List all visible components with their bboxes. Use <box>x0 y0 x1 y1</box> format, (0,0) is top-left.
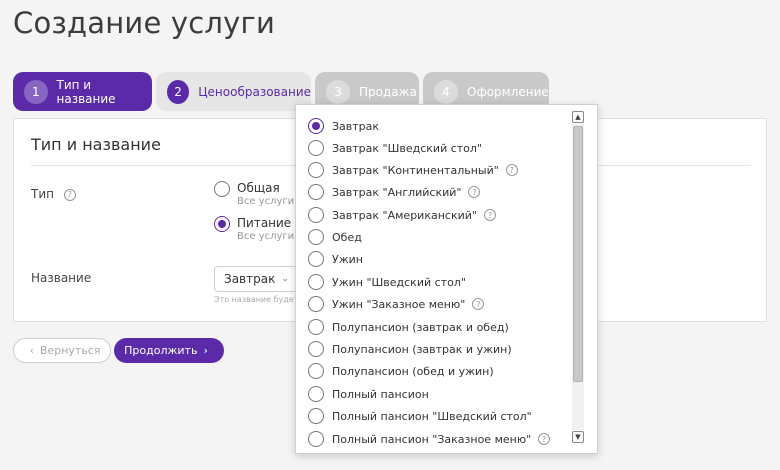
meal-type-dropdown[interactable]: Завтрак Завтрак "Шведский стол" Завтрак … <box>295 104 598 454</box>
option-label: Полупансион (завтрак и обед) <box>332 320 509 334</box>
step-number: 2 <box>167 79 190 104</box>
name-select-value: Завтрак <box>224 272 276 286</box>
radio-button-checked[interactable] <box>214 216 230 232</box>
chevron-right-icon: › <box>203 344 208 357</box>
option-label: Завтрак "Континентальный" <box>332 163 499 177</box>
dropdown-option[interactable]: Полный пансион <box>308 383 429 405</box>
step-label: Оформление <box>467 84 549 99</box>
dropdown-option[interactable]: Ужин <box>308 248 363 270</box>
step-pricing[interactable]: 2 Ценообразование <box>156 72 311 111</box>
dropdown-option[interactable]: Завтрак <box>308 115 379 137</box>
scroll-down-arrow-icon[interactable]: ▼ <box>572 431 584 443</box>
radio-button[interactable] <box>308 184 324 200</box>
dropdown-option[interactable]: Полный пансион "Шведский стол" <box>308 405 532 427</box>
step-label: Ценообразование <box>198 84 311 99</box>
help-icon[interactable]: ? <box>63 188 76 201</box>
option-label: Ужин "Заказное меню" <box>332 297 466 311</box>
option-label: Завтрак <box>332 119 380 133</box>
dropdown-option[interactable]: Полупансион (обед и ужин) <box>308 360 494 382</box>
radio-button[interactable] <box>308 207 324 223</box>
dropdown-option[interactable]: Ужин "Шведский стол" <box>308 271 466 293</box>
radio-button[interactable] <box>308 229 324 245</box>
radio-button[interactable] <box>308 140 324 156</box>
dropdown-scrollbar[interactable]: ▲ ▼ <box>572 111 584 444</box>
chevron-left-icon: ‹ <box>29 344 34 357</box>
type-option-general[interactable]: Общая Все услуги, к <box>214 181 307 207</box>
name-label: Название <box>31 271 92 285</box>
radio-button-checked[interactable] <box>308 118 324 134</box>
back-button[interactable]: ‹ Вернуться <box>13 338 111 363</box>
continue-button-label: Продолжить <box>124 344 198 357</box>
step-number: 1 <box>24 79 48 104</box>
radio-button[interactable] <box>308 431 324 447</box>
radio-button[interactable] <box>308 408 324 424</box>
dropdown-option[interactable]: Полупансион (завтрак и обед) <box>308 316 509 338</box>
dropdown-option[interactable]: Завтрак "Континентальный" ? <box>308 159 518 181</box>
radio-button[interactable] <box>308 296 324 312</box>
option-label: Обед <box>332 230 362 244</box>
radio-button[interactable] <box>308 319 324 335</box>
name-hint: Это название будет п <box>214 295 307 304</box>
radio-button[interactable] <box>308 386 324 402</box>
step-type-and-name[interactable]: 1 Тип и название <box>13 72 152 111</box>
help-icon[interactable]: ? <box>483 209 496 221</box>
radio-button[interactable] <box>308 162 324 178</box>
help-icon[interactable]: ? <box>472 298 485 310</box>
help-icon[interactable]: ? <box>468 186 481 198</box>
radio-button[interactable] <box>308 274 324 290</box>
option-label: Ужин <box>332 252 363 266</box>
option-label: Питание <box>237 216 292 230</box>
dropdown-option[interactable]: Завтрак "Английский" ? <box>308 181 481 203</box>
page-title: Создание услуги <box>13 6 275 40</box>
dropdown-option[interactable]: Полный пансион "Заказное меню" ? <box>308 428 551 450</box>
scroll-thumb[interactable] <box>573 126 583 382</box>
help-icon[interactable]: ? <box>538 433 551 445</box>
radio-button[interactable] <box>214 181 230 197</box>
name-select[interactable]: Завтрак ⌄ <box>214 266 299 292</box>
step-number: 4 <box>434 79 458 104</box>
radio-button[interactable] <box>308 341 324 357</box>
scroll-up-arrow-icon[interactable]: ▲ <box>572 111 584 123</box>
option-label: Полный пансион "Шведский стол" <box>332 409 532 423</box>
option-label: Полный пансион "Заказное меню" <box>332 432 532 446</box>
type-label: Тип <box>31 187 54 201</box>
option-label: Ужин "Шведский стол" <box>332 275 466 289</box>
option-label: Полный пансион <box>332 387 429 401</box>
option-label: Завтрак "Английский" <box>332 185 462 199</box>
dropdown-option[interactable]: Завтрак "Шведский стол" <box>308 137 482 159</box>
continue-button[interactable]: Продолжить › <box>114 338 224 363</box>
option-description: Все услуги п <box>237 231 304 242</box>
step-label: Продажа <box>359 84 417 99</box>
radio-button[interactable] <box>308 363 324 379</box>
step-number: 3 <box>326 79 350 104</box>
dropdown-option[interactable]: Полупансион (завтрак и ужин) <box>308 338 512 360</box>
option-label: Полупансион (завтрак и ужин) <box>332 342 512 356</box>
option-label: Завтрак "Американский" <box>332 208 477 222</box>
option-label: Завтрак "Шведский стол" <box>332 141 482 155</box>
option-label: Полупансион (обед и ужин) <box>332 364 494 378</box>
dropdown-option[interactable]: Обед <box>308 226 362 248</box>
dropdown-option[interactable]: Ужин "Заказное меню" ? <box>308 293 485 315</box>
help-icon[interactable]: ? <box>505 164 518 176</box>
dropdown-option[interactable]: Завтрак "Американский" ? <box>308 204 496 226</box>
chevron-down-icon: ⌄ <box>281 274 289 284</box>
radio-button[interactable] <box>308 251 324 267</box>
type-option-meals[interactable]: Питание Все услуги п <box>214 216 304 242</box>
card-title: Тип и название <box>31 135 161 154</box>
type-field-label: Тип ? <box>31 187 76 201</box>
step-label: Тип и название <box>56 77 116 106</box>
back-button-label: Вернуться <box>39 344 101 357</box>
